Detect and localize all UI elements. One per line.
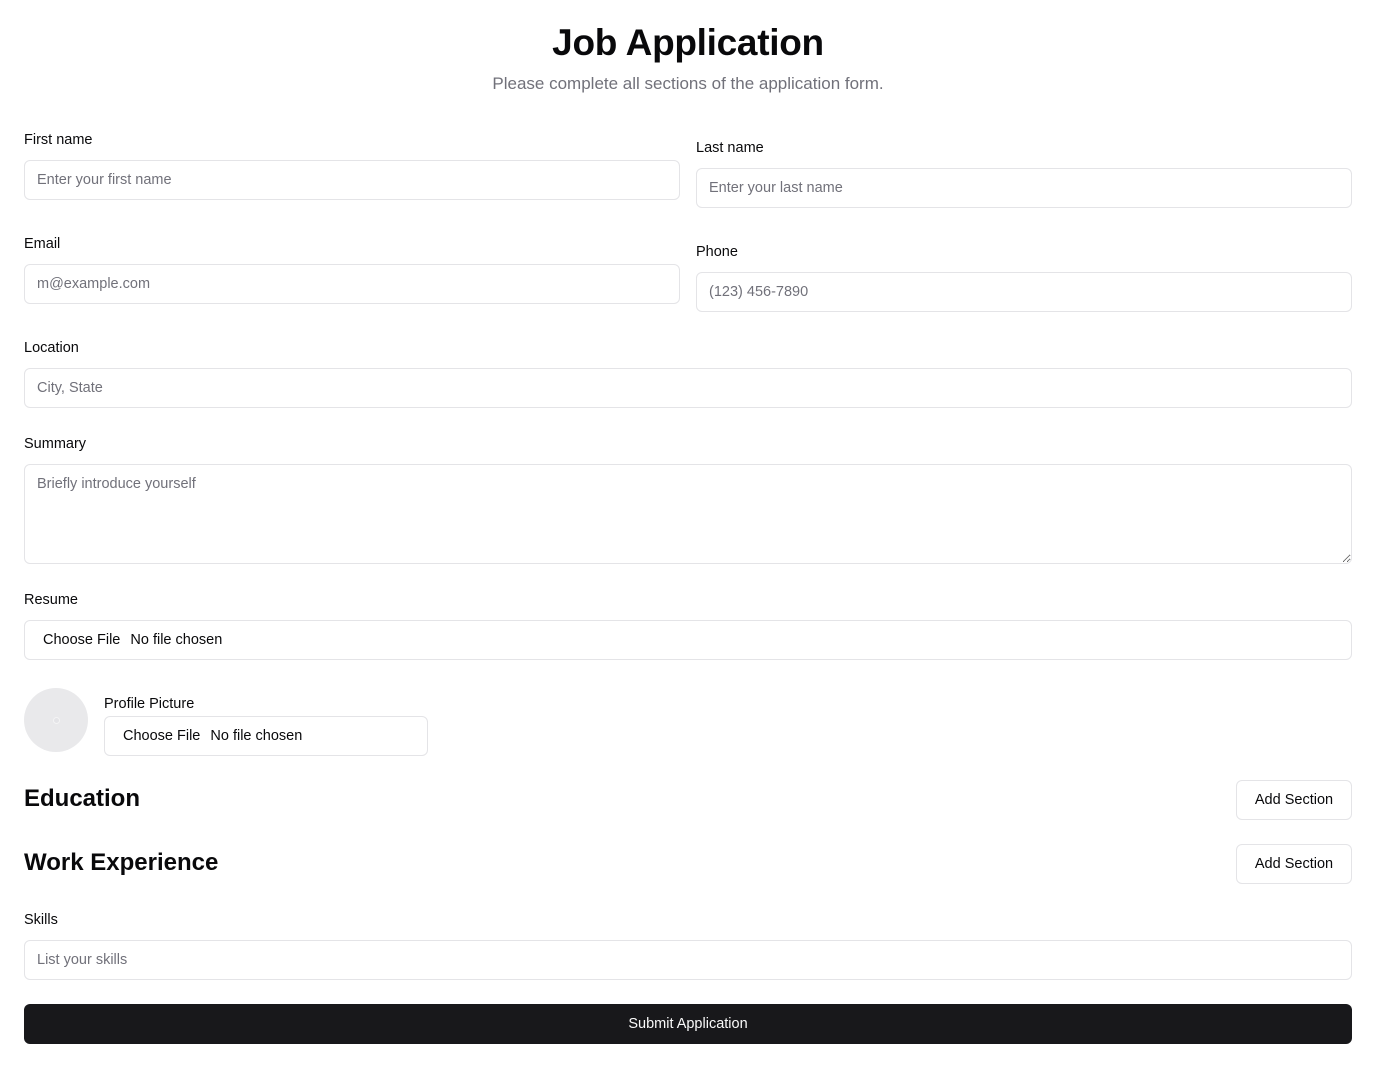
- skills-input[interactable]: [24, 940, 1352, 980]
- last-name-input[interactable]: [696, 168, 1352, 208]
- email-label: Email: [24, 236, 61, 252]
- last-name-label: Last name: [696, 140, 764, 156]
- summary-label: Summary: [24, 436, 87, 452]
- email-input[interactable]: [24, 264, 680, 304]
- resume-file-status: No file chosen: [130, 632, 223, 648]
- page-subtitle: Please complete all sections of the appl…: [492, 74, 884, 93]
- profile-picture-file-status: No file chosen: [210, 728, 303, 744]
- phone-input[interactable]: [696, 272, 1352, 312]
- profile-picture-label: Profile Picture: [104, 696, 195, 712]
- summary-textarea[interactable]: [24, 464, 1352, 564]
- add-work-experience-section-button[interactable]: Add Section: [1236, 844, 1352, 884]
- education-heading: Education: [24, 785, 141, 812]
- location-input[interactable]: [24, 368, 1352, 408]
- avatar-placeholder: [24, 688, 88, 752]
- work-experience-heading: Work Experience: [24, 849, 219, 876]
- resume-file-input[interactable]: Choose File No file chosen: [24, 620, 1352, 660]
- first-name-input[interactable]: [24, 160, 680, 200]
- submit-application-button[interactable]: Submit Application: [24, 1004, 1352, 1044]
- phone-label: Phone: [696, 244, 738, 260]
- profile-picture-choose-file-button[interactable]: Choose File: [123, 728, 200, 744]
- profile-picture-file-input[interactable]: Choose File No file chosen: [104, 716, 428, 756]
- first-name-label: First name: [24, 132, 93, 148]
- resume-label: Resume: [24, 592, 78, 608]
- avatar-placeholder-icon: [52, 716, 60, 724]
- page-title: Job Application: [552, 22, 824, 63]
- resume-choose-file-button[interactable]: Choose File: [43, 632, 120, 648]
- add-education-section-button[interactable]: Add Section: [1236, 780, 1352, 820]
- location-label: Location: [24, 340, 79, 356]
- skills-label: Skills: [24, 912, 58, 928]
